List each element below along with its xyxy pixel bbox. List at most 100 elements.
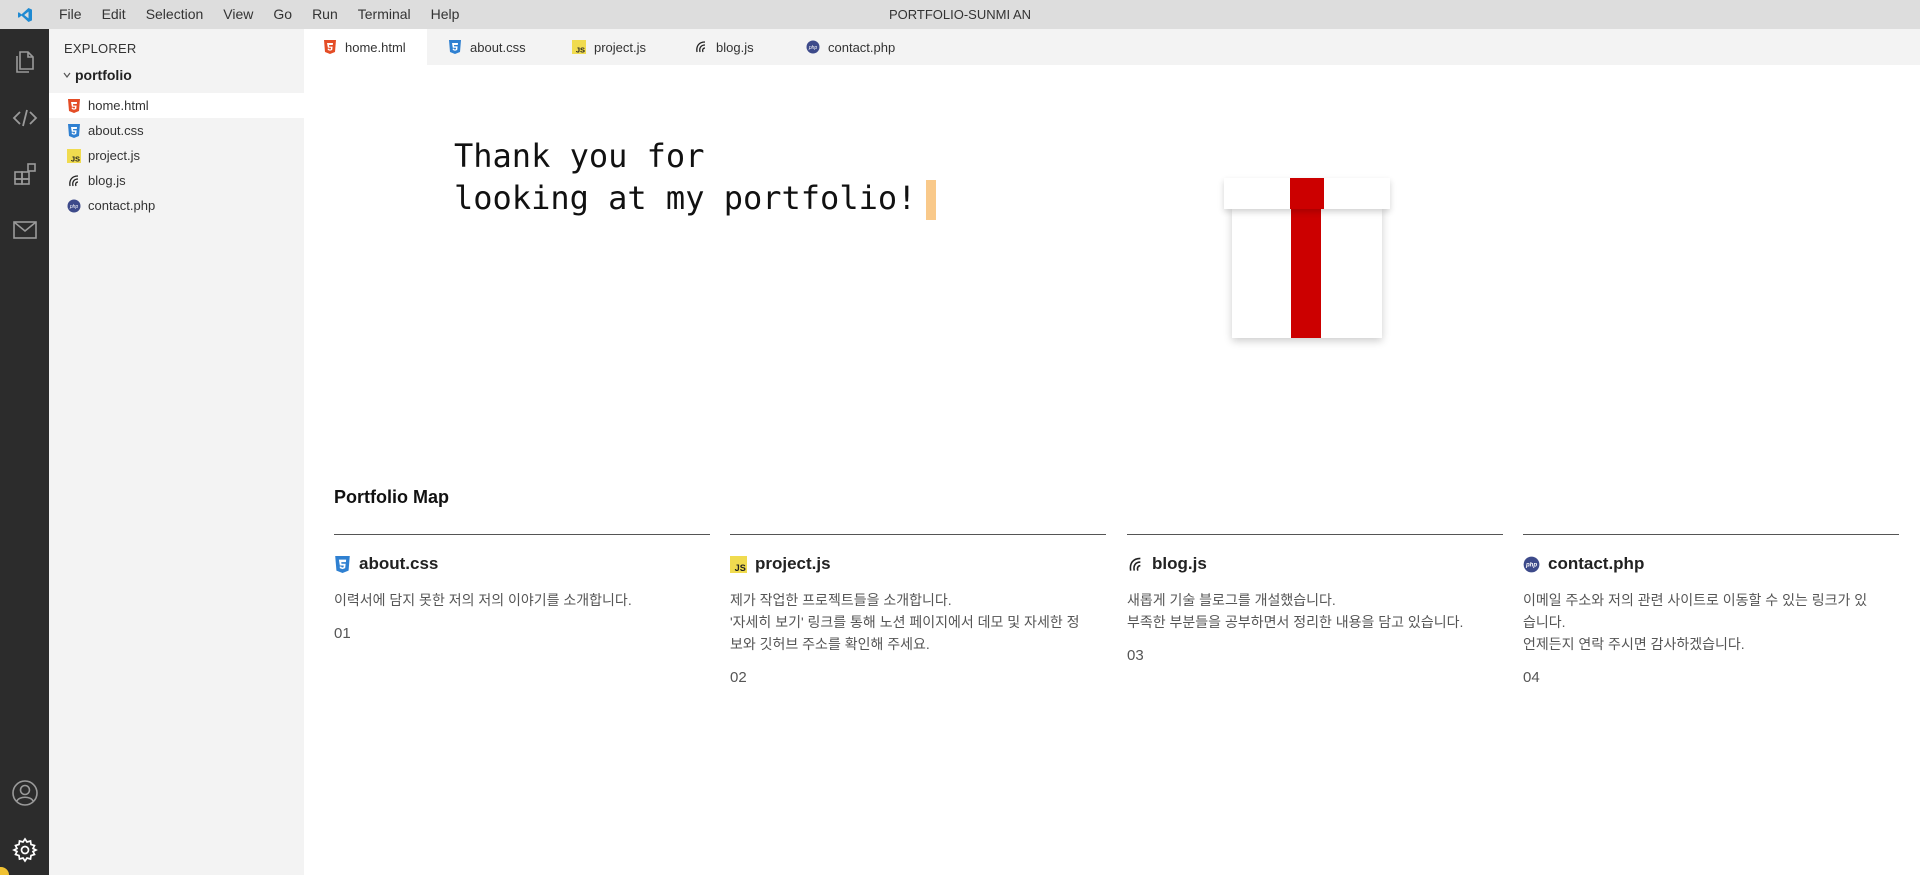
svg-text:JS: JS — [735, 563, 746, 573]
svg-text:JS: JS — [71, 154, 80, 163]
card-number: 02 — [730, 669, 747, 686]
svg-text:php: php — [1525, 562, 1537, 568]
menu-help[interactable]: Help — [421, 0, 470, 29]
card-title: about.css — [334, 553, 710, 575]
chevron-down-icon — [62, 70, 72, 80]
css-icon — [448, 40, 462, 54]
activity-bar — [0, 29, 49, 875]
map-card-about[interactable]: about.css 이력서에 담지 못한 저의 저의 이야기를 소개합니다. 0… — [334, 534, 710, 642]
explorer-sidebar: EXPLORER portfolio home.html about.css J… — [49, 29, 304, 875]
hero-line-1: Thank you for — [454, 137, 705, 175]
card-desc-line: 제가 작업한 프로젝트들을 소개합니다. — [730, 592, 952, 608]
mail-icon[interactable] — [0, 206, 49, 254]
gift-box-body — [1232, 206, 1382, 338]
menu-file[interactable]: File — [49, 0, 92, 29]
card-title-text: about.css — [359, 554, 439, 573]
code-icon[interactable] — [0, 94, 49, 142]
html-icon — [67, 98, 81, 113]
map-card-blog[interactable]: blog.js 새롭게 기술 블로그를 개설했습니다. 부족한 부분들을 공부하… — [1127, 534, 1503, 664]
blog-icon — [694, 40, 708, 54]
tab-label: about.css — [470, 39, 526, 55]
css-icon — [67, 123, 81, 138]
gift-box-ribbon — [1291, 206, 1321, 338]
card-number: 04 — [1523, 669, 1540, 686]
php-icon: php — [1523, 556, 1540, 573]
menu-go[interactable]: Go — [263, 0, 302, 29]
file-label: contact.php — [88, 198, 156, 213]
card-desc-line: 보와 깃허브 주소를 확인해 주세요. — [730, 636, 930, 652]
extensions-icon[interactable] — [0, 150, 49, 198]
tab-project-js[interactable]: JS project.js — [550, 29, 673, 65]
card-title: blog.js — [1127, 553, 1503, 575]
file-label: project.js — [88, 148, 141, 163]
blog-icon — [1127, 556, 1144, 573]
html-icon — [323, 40, 337, 54]
php-icon: php — [806, 40, 820, 54]
folder-name: portfolio — [75, 67, 132, 83]
portfolio-map-title: Portfolio Map — [334, 487, 449, 507]
card-desc-line: 새롭게 기술 블로그를 개설했습니다. — [1127, 592, 1336, 608]
menu-selection[interactable]: Selection — [136, 0, 214, 29]
explorer-file-contact-php[interactable]: php contact.php — [49, 193, 304, 218]
tab-label: home.html — [345, 39, 406, 55]
card-number: 01 — [334, 625, 351, 642]
explorer-file-blog-js[interactable]: blog.js — [49, 168, 304, 193]
card-desc-line: '자세히 보기' 링크를 통해 노션 페이지에서 데모 및 자세한 정 — [730, 614, 1080, 630]
menu-view[interactable]: View — [213, 0, 263, 29]
tab-home-html[interactable]: home.html — [304, 29, 427, 65]
gift-box-illustration[interactable] — [1224, 178, 1390, 338]
typing-cursor — [926, 180, 937, 220]
card-title: JS project.js — [730, 553, 1106, 575]
editor-tab-bar: home.html about.css JS project.js blog.j… — [304, 29, 1920, 65]
file-label: home.html — [88, 98, 149, 113]
hero-line-2-text: looking at my portfolio! — [454, 179, 917, 217]
tab-label: project.js — [594, 39, 647, 55]
explorer-file-project-js[interactable]: JS project.js — [49, 143, 304, 168]
menu-bar: File Edit Selection View Go Run Terminal… — [49, 0, 469, 29]
file-label: about.css — [88, 123, 144, 138]
explorer-header: EXPLORER — [64, 41, 137, 56]
card-title: php contact.php — [1523, 553, 1899, 575]
vscode-logo-icon — [0, 0, 49, 29]
settings-gear-icon[interactable] — [0, 826, 49, 874]
blog-icon — [67, 174, 81, 188]
explorer-file-about-css[interactable]: about.css — [49, 118, 304, 143]
js-icon: JS — [572, 40, 586, 54]
explorer-file-home-html[interactable]: home.html — [49, 93, 304, 118]
card-description: 이력서에 담지 못한 저의 저의 이야기를 소개합니다. — [334, 589, 710, 611]
title-bar: File Edit Selection View Go Run Terminal… — [0, 0, 1920, 29]
files-icon[interactable] — [0, 38, 49, 86]
card-title-text: project.js — [755, 554, 831, 573]
card-description: 이메일 주소와 저의 관련 사이트로 이동할 수 있는 링크가 있 습니다. 언… — [1523, 589, 1899, 655]
php-icon: php — [67, 199, 81, 213]
map-card-project[interactable]: JS project.js 제가 작업한 프로젝트들을 소개합니다. '자세히 … — [730, 534, 1106, 686]
card-desc-line: 언제든지 연락 주시면 감사하겠습니다. — [1523, 636, 1745, 652]
card-title-text: contact.php — [1548, 554, 1645, 573]
menu-run[interactable]: Run — [302, 0, 348, 29]
tab-contact-php[interactable]: php contact.php — [784, 29, 914, 65]
card-desc-line: 이메일 주소와 저의 관련 사이트로 이동할 수 있는 링크가 있 — [1523, 592, 1868, 608]
card-desc-line: 습니다. — [1523, 614, 1566, 630]
card-number: 03 — [1127, 647, 1144, 664]
svg-text:JS: JS — [576, 46, 585, 55]
account-icon[interactable] — [0, 769, 49, 817]
tab-blog-js[interactable]: blog.js — [673, 29, 784, 65]
css-icon — [334, 555, 351, 573]
js-icon: JS — [730, 555, 747, 573]
folder-portfolio[interactable]: portfolio — [62, 67, 132, 83]
hero-heading: Thank you for looking at my portfolio! — [454, 135, 937, 220]
tab-label: contact.php — [828, 39, 896, 55]
hero-line-2: looking at my portfolio! — [454, 177, 937, 220]
card-desc-line: 이력서에 담지 못한 저의 저의 이야기를 소개합니다. — [334, 592, 632, 608]
card-desc-line: 부족한 부분들을 공부하면서 정리한 내용을 담고 있습니다. — [1127, 614, 1464, 630]
js-icon: JS — [67, 148, 81, 163]
menu-terminal[interactable]: Terminal — [348, 0, 421, 29]
svg-text:php: php — [808, 45, 818, 51]
card-title-text: blog.js — [1152, 554, 1207, 573]
tab-about-css[interactable]: about.css — [427, 29, 550, 65]
svg-text:php: php — [69, 203, 79, 209]
card-description: 새롭게 기술 블로그를 개설했습니다. 부족한 부분들을 공부하면서 정리한 내… — [1127, 589, 1503, 633]
menu-edit[interactable]: Edit — [92, 0, 136, 29]
file-label: blog.js — [88, 173, 126, 188]
map-card-contact[interactable]: php contact.php 이메일 주소와 저의 관련 사이트로 이동할 수… — [1523, 534, 1899, 686]
